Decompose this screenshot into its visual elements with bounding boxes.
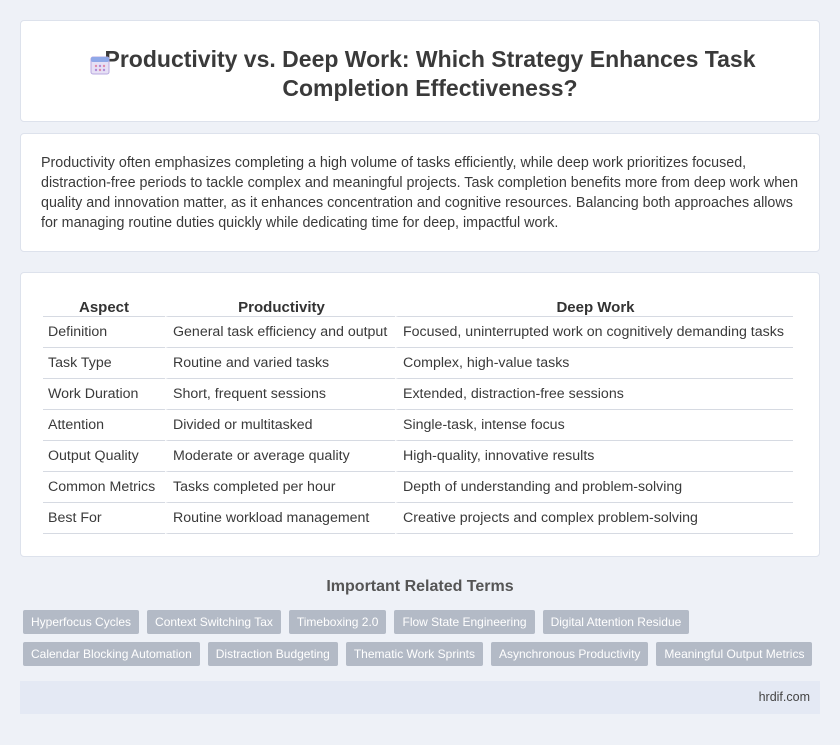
calendar-icon <box>90 56 110 75</box>
table-row: Best For Routine workload management Cre… <box>43 503 793 534</box>
table-cell: Best For <box>43 503 165 534</box>
tag-digital-attention-residue[interactable]: Digital Attention Residue <box>542 610 690 634</box>
table-cell: General task efficiency and output <box>165 317 395 348</box>
table-cell: Extended, distraction-free sessions <box>395 379 793 410</box>
table-row: Work Duration Short, frequent sessions E… <box>43 379 793 410</box>
table-cell: Focused, uninterrupted work on cognitive… <box>395 317 793 348</box>
tag-asynchronous-productivity[interactable]: Asynchronous Productivity <box>491 642 649 666</box>
tag-calendar-blocking-automation[interactable]: Calendar Blocking Automation <box>23 642 200 666</box>
table-cell: Divided or multitasked <box>165 410 395 441</box>
table-cell: High-quality, innovative results <box>395 441 793 472</box>
table-cell: Attention <box>43 410 165 441</box>
table-cell: Single-task, intense focus <box>395 410 793 441</box>
page-title: Productivity vs. Deep Work: Which Strate… <box>104 46 756 101</box>
table-cell: Routine workload management <box>165 503 395 534</box>
table-cell: Work Duration <box>43 379 165 410</box>
table-cell: Routine and varied tasks <box>165 348 395 379</box>
table-cell: Tasks completed per hour <box>165 472 395 503</box>
title-card: Productivity vs. Deep Work: Which Strate… <box>20 20 820 122</box>
footer: hrdif.com <box>20 681 820 714</box>
tag-timeboxing[interactable]: Timeboxing 2.0 <box>288 610 387 634</box>
tag-row: Hyperfocus Cycles Context Switching Tax … <box>23 610 823 634</box>
table-cell: Moderate or average quality <box>165 441 395 472</box>
table-row: Attention Divided or multitasked Single-… <box>43 410 793 441</box>
tag-thematic-work-sprints[interactable]: Thematic Work Sprints <box>345 642 483 666</box>
tag-row: Calendar Blocking Automation Distraction… <box>23 642 823 666</box>
table-row: Task Type Routine and varied tasks Compl… <box>43 348 793 379</box>
tag-flow-state-engineering[interactable]: Flow State Engineering <box>394 610 535 634</box>
related-terms-heading: Important Related Terms <box>326 578 514 595</box>
table-cell: Output Quality <box>43 441 165 472</box>
column-header-aspect: Aspect <box>43 295 165 317</box>
table-row: Output Quality Moderate or average quali… <box>43 441 793 472</box>
table-cell: Definition <box>43 317 165 348</box>
related-terms-tags: Hyperfocus Cycles Context Switching Tax … <box>23 610 823 674</box>
table-cell: Common Metrics <box>43 472 165 503</box>
intro-paragraph: Productivity often emphasizes completing… <box>41 155 799 231</box>
table-cell: Short, frequent sessions <box>165 379 395 410</box>
table-cell: Creative projects and complex problem-so… <box>395 503 793 534</box>
table-header-row: Aspect Productivity Deep Work <box>43 295 793 317</box>
intro-card: Productivity often emphasizes completing… <box>20 133 820 252</box>
comparison-table-card: Aspect Productivity Deep Work Definition… <box>20 272 820 557</box>
column-header-productivity: Productivity <box>165 295 395 317</box>
tag-distraction-budgeting[interactable]: Distraction Budgeting <box>207 642 338 666</box>
title-wrap: Productivity vs. Deep Work: Which Strate… <box>21 45 819 103</box>
tag-context-switching-tax[interactable]: Context Switching Tax <box>147 610 281 634</box>
table-cell: Task Type <box>43 348 165 379</box>
table-cell: Complex, high-value tasks <box>395 348 793 379</box>
tag-meaningful-output-metrics[interactable]: Meaningful Output Metrics <box>656 642 813 666</box>
column-header-deep-work: Deep Work <box>395 295 793 317</box>
table-row: Common Metrics Tasks completed per hour … <box>43 472 793 503</box>
tag-hyperfocus-cycles[interactable]: Hyperfocus Cycles <box>23 610 140 634</box>
table-row: Definition General task efficiency and o… <box>43 317 793 348</box>
comparison-table: Aspect Productivity Deep Work Definition… <box>43 295 793 534</box>
table-cell: Depth of understanding and problem-solvi… <box>395 472 793 503</box>
footer-site-link[interactable]: hrdif.com <box>759 690 810 704</box>
